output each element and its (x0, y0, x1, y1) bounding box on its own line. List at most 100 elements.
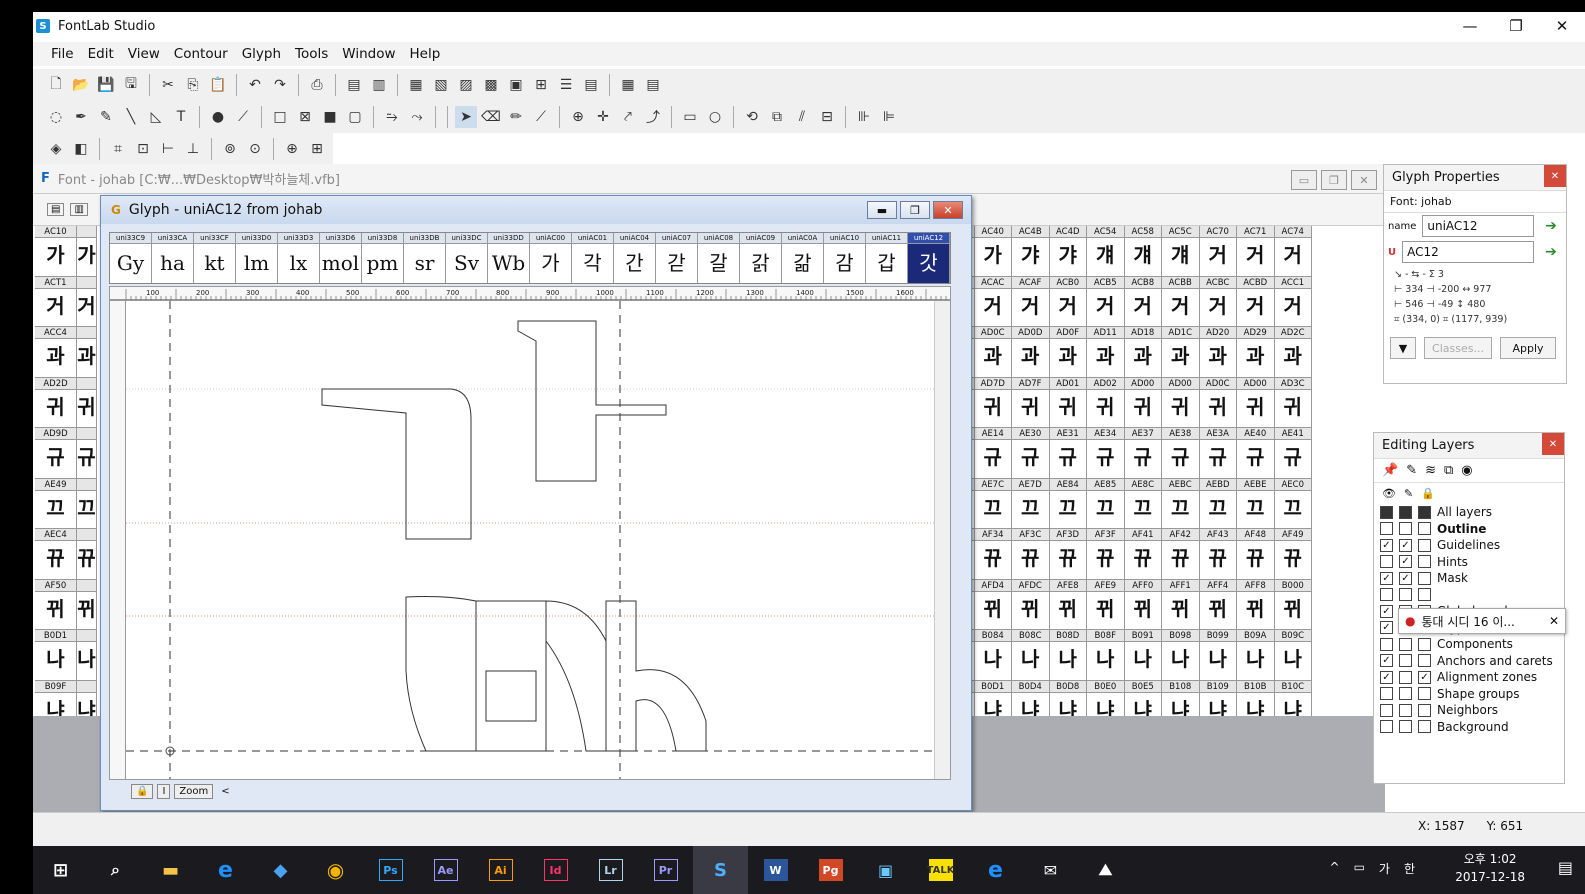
ellipse-icon[interactable]: ○ (704, 106, 726, 128)
glyph-cell[interactable]: ACB0 거 (1049, 276, 1087, 327)
word-icon[interactable]: W (748, 846, 803, 894)
dot-icon[interactable]: ● (207, 106, 229, 128)
back-icon[interactable]: ◧ (70, 138, 92, 160)
glyph-cell[interactable]: AD00 귀 (1124, 377, 1162, 428)
glyph-cell[interactable]: ACAF 거 (1012, 276, 1050, 327)
expand-button[interactable]: ▼ (1390, 337, 1416, 359)
glyph-cell[interactable]: AFF8 뀌 (1237, 579, 1275, 630)
glyph-cell[interactable]: AC58 걔 (1124, 226, 1162, 277)
rectangle-icon[interactable]: ▭ (679, 106, 701, 128)
strip-glyph-cell[interactable]: uniAC01 각 (572, 233, 614, 283)
brush-icon[interactable]: ✎ (1406, 463, 1417, 478)
layer-checkbox[interactable]: ✓ (1418, 670, 1431, 684)
illustrator-icon[interactable]: Ai (473, 846, 528, 894)
add-node-icon[interactable]: ⊕ (567, 106, 589, 128)
glyph-cell[interactable]: 거 (77, 276, 97, 327)
layer-checkbox[interactable]: ✓ (1380, 571, 1393, 585)
layer-label[interactable]: Hints (1437, 555, 1468, 569)
apply-unicode-icon[interactable]: ➔ (1540, 241, 1562, 263)
paste-icon[interactable]: 📋 (207, 74, 229, 96)
path-icon[interactable]: ⥲ (381, 106, 403, 128)
glyph-cell[interactable]: AEBC 끄 (1162, 478, 1200, 529)
text-tool-button[interactable]: I (157, 784, 171, 799)
glyph-cell[interactable]: AD0F 과 (1049, 327, 1087, 378)
glyph-cell[interactable]: B084 나 (974, 630, 1012, 681)
smooth-icon[interactable]: ⤴ (642, 106, 664, 128)
glyph-cell[interactable]: AE14 규 (974, 428, 1012, 479)
layer-checkbox[interactable]: ✓ (1399, 571, 1412, 585)
layer-checkbox[interactable] (1418, 538, 1431, 552)
layer-label[interactable]: Outline (1437, 522, 1486, 536)
layer-checkbox[interactable]: ✓ (1380, 538, 1393, 552)
layer-checkbox[interactable] (1399, 637, 1412, 651)
layer-checkbox[interactable]: ✓ (1380, 654, 1393, 668)
layer-checkbox[interactable] (1399, 588, 1412, 602)
menu-view[interactable]: View (128, 46, 160, 62)
mode-button[interactable]: ▤ (47, 203, 65, 216)
classes-icon[interactable]: ▣ (505, 74, 527, 96)
layers-icon[interactable]: ≋ (1425, 463, 1436, 478)
zoom-dropdown[interactable]: Zoom (174, 784, 214, 799)
apply-button[interactable]: Apply (1500, 337, 1556, 359)
menu-file[interactable]: File (51, 46, 74, 62)
panel-icon[interactable]: ▨ (455, 74, 477, 96)
glyph-cell[interactable]: AE38 규 (1162, 428, 1200, 479)
file-explorer-icon[interactable]: ▬ (143, 846, 198, 894)
align-left-icon[interactable]: ⊢ (157, 138, 179, 160)
strip-glyph-cell[interactable]: uni33D8 pm (362, 233, 404, 283)
strip-glyph-cell[interactable]: uni33DB sr (404, 233, 446, 283)
glyph-cell[interactable]: ACAC 거 (974, 276, 1012, 327)
node-icon[interactable]: ✛ (592, 106, 614, 128)
metrics-window-icon[interactable]: ▤ (343, 74, 365, 96)
glyph-cell[interactable]: AD0C 과 (974, 327, 1012, 378)
strip-glyph-cell[interactable]: uniAC08 갈 (698, 233, 740, 283)
eye-toggle-icon[interactable]: ◉ (1461, 463, 1472, 478)
glyph-cell[interactable]: AE84 끄 (1049, 478, 1087, 529)
strip-glyph-cell[interactable]: uni33CA ha (152, 233, 194, 283)
glyph-cell[interactable]: AFD4 뀌 (974, 579, 1012, 630)
glyph-cell[interactable]: B09C 나 (1274, 630, 1312, 681)
save-all-icon[interactable]: 🖫 (120, 74, 142, 96)
menu-help[interactable]: Help (410, 46, 441, 62)
strip-glyph-cell[interactable]: uni33CF kt (194, 233, 236, 283)
taskbar-clock[interactable]: 오후 1:02 2017-12-18 (1455, 850, 1525, 886)
glyph-cell[interactable]: AF42 뀨 (1162, 529, 1200, 580)
panel-close-icon[interactable]: ✕ (1542, 433, 1564, 455)
glyph-cell[interactable]: ACB8 거 (1124, 276, 1162, 327)
target-icon[interactable]: ⊚ (219, 138, 241, 160)
curve-icon[interactable]: ⤳ (406, 106, 428, 128)
menu-window[interactable]: Window (342, 46, 395, 62)
hint-icon[interactable]: ⊪ (853, 106, 875, 128)
save-icon[interactable]: 💾 (95, 74, 117, 96)
font-window-close[interactable]: ✕ (1351, 170, 1377, 190)
layer-checkbox[interactable] (1418, 703, 1431, 717)
glyph-cell[interactable]: 규 (77, 428, 97, 479)
opentype-icon[interactable]: ▩ (480, 74, 502, 96)
scalpel-icon[interactable]: ⟋ (530, 106, 552, 128)
search-icon[interactable]: ⌕ (88, 846, 143, 894)
glyph-cell[interactable]: AD29 과 (1237, 327, 1275, 378)
layer-label[interactable]: Alignment zones (1437, 670, 1537, 684)
menu-glyph[interactable]: Glyph (242, 46, 281, 62)
glyph-cell[interactable]: AC74 거 (1274, 226, 1312, 277)
glyph-cell[interactable]: B08D 나 (1049, 630, 1087, 681)
glyph-cell[interactable]: AD9D 규 (35, 428, 77, 479)
glyph-cell[interactable]: AFF1 뀌 (1162, 579, 1200, 630)
strip-glyph-cell[interactable]: uni33DC Sv (446, 233, 488, 283)
glyph-cell[interactable]: B08F 나 (1087, 630, 1125, 681)
battery-icon[interactable]: ▭ (1354, 860, 1365, 877)
brush-icon[interactable]: ✎ (95, 106, 117, 128)
glyph-cell[interactable]: AD0C 귀 (1199, 377, 1237, 428)
unicode-field[interactable]: AC12 (1402, 241, 1534, 263)
copy-layer-icon[interactable]: ⧉ (1444, 463, 1453, 478)
glyph-cell[interactable]: B099 나 (1199, 630, 1237, 681)
vertical-scrollbar[interactable] (934, 301, 950, 779)
cross-icon[interactable]: ⊕ (281, 138, 303, 160)
layer-label[interactable]: Components (1437, 637, 1513, 651)
grid-icon[interactable]: ⊞ (530, 74, 552, 96)
ime-hangul[interactable]: 한 (1404, 860, 1415, 877)
glyph-cell[interactable]: ACB5 거 (1087, 276, 1125, 327)
notification-toast[interactable]: ● 통대 시디 16 이... ✕ (1398, 608, 1566, 634)
glyph-cell[interactable]: 가 (77, 226, 97, 277)
glyph-cell[interactable]: B08C 나 (1012, 630, 1050, 681)
